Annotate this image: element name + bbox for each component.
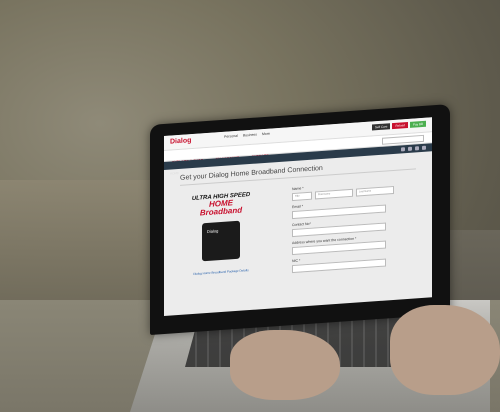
breadcrumb-home[interactable]: HOME [170,171,179,176]
top-link-personal[interactable]: Personal [224,134,238,139]
self-care-button[interactable]: Self Care [371,123,391,131]
photo-scene: Dialog Personal Business More Self Care … [0,0,500,412]
laptop-lid: Dialog Personal Business More Self Care … [150,104,450,335]
site-logo[interactable]: Dialog [170,137,191,145]
promo-banner: ULTRA HIGH SPEED HOME Broadband Dialog D… [186,192,256,277]
router-label: Dialog [207,228,219,235]
signup-form: Name * Title First Name Last Name Email … [292,174,422,274]
youtube-icon[interactable] [415,146,419,151]
top-buttons: Self Care Reload Pay Bill [371,120,426,131]
laptop-screen: Dialog Personal Business More Self Care … [164,117,432,317]
reload-button[interactable]: Reload [392,121,408,130]
twitter-icon[interactable] [408,146,412,151]
left-hand [230,330,340,400]
last-name-input[interactable]: Last Name [356,185,394,197]
linkedin-icon[interactable] [422,145,426,150]
router-image: Dialog [202,220,240,262]
top-link-business[interactable]: Business [243,133,257,138]
facebook-icon[interactable] [401,147,405,152]
top-link-more[interactable]: More [262,132,270,137]
pay-bill-button[interactable]: Pay Bill [409,120,426,128]
top-links: Personal Business More [224,131,274,139]
right-hand [390,305,500,395]
package-details-link[interactable]: Dialog Home Broadband Package Details [186,268,256,277]
social-icons [401,145,426,152]
first-name-input[interactable]: First Name [315,188,353,200]
title-select[interactable]: Title [292,191,312,202]
